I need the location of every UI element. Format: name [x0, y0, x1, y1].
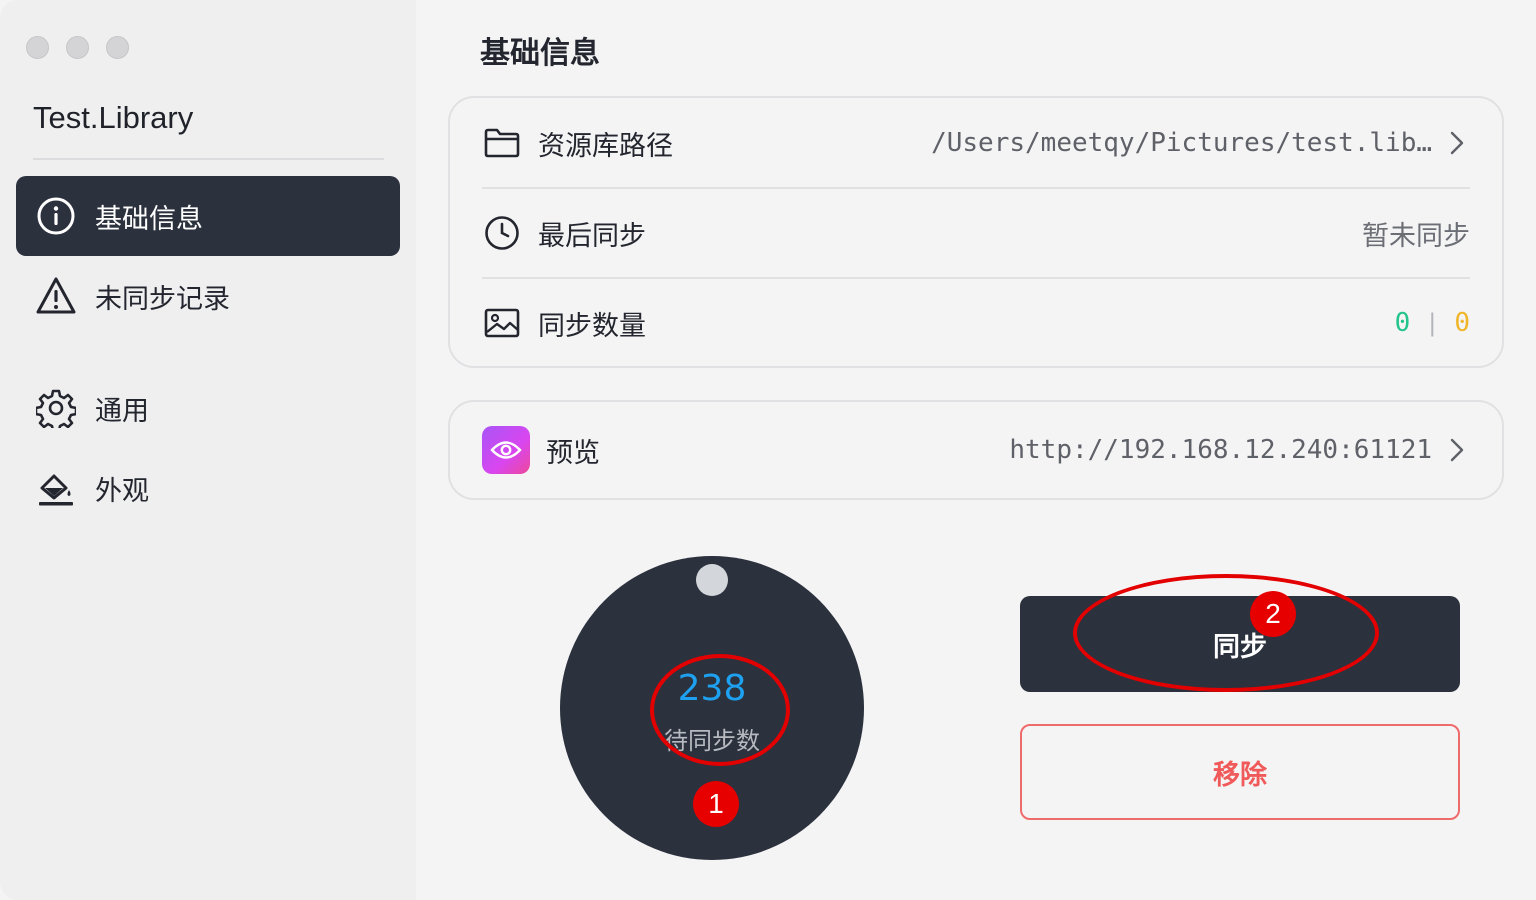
paint-bucket-icon: [35, 467, 77, 509]
image-icon: [482, 303, 522, 343]
warning-icon: [35, 275, 77, 317]
preview-row[interactable]: 预览 http://192.168.12.240:61121: [482, 405, 1470, 495]
page-title: 基础信息: [480, 36, 600, 71]
chevron-right-icon: [1450, 436, 1470, 464]
close-window-button[interactable]: [26, 36, 49, 59]
sidebar-item-general[interactable]: 通用: [16, 368, 400, 448]
last-sync-label: 最后同步: [538, 220, 646, 252]
library-path-label: 资源库路径: [538, 130, 673, 162]
preview-url[interactable]: http://192.168.12.240:61121: [1009, 435, 1432, 465]
sidebar-divider: [33, 158, 384, 160]
other-count: 0: [1454, 308, 1470, 338]
library-path-row[interactable]: 资源库路径 /Users/meetqy/Pictures/test.lib…: [482, 98, 1470, 188]
last-sync-row: 最后同步 暂未同步: [482, 188, 1470, 278]
zoom-window-button[interactable]: [106, 36, 129, 59]
sidebar-item-label: 基础信息: [95, 203, 203, 235]
library-path-value: /Users/meetqy/Pictures/test.lib…: [931, 128, 1432, 158]
sidebar-item-unsynced-records[interactable]: 未同步记录: [16, 256, 400, 336]
clock-icon: [482, 213, 522, 253]
sidebar-item-label: 通用: [95, 395, 149, 427]
sidebar-item-appearance[interactable]: 外观: [16, 448, 400, 528]
annotation-badge-1: 1: [693, 781, 739, 827]
chevron-right-icon: [1450, 129, 1470, 157]
sync-button[interactable]: 同步: [1020, 596, 1460, 692]
folder-icon: [482, 123, 522, 163]
remove-button[interactable]: 移除: [1020, 724, 1460, 820]
sidebar-item-label: 未同步记录: [95, 283, 230, 315]
preview-label: 预览: [546, 437, 600, 469]
app-window: Test.Library 基础信息 未同步记录 通用 外观 基础信息 资源库路径…: [0, 0, 1536, 900]
minimize-window-button[interactable]: [66, 36, 89, 59]
eye-icon: [482, 426, 530, 474]
gear-icon: [35, 387, 77, 429]
count-separator: |: [1428, 309, 1437, 337]
main-panel: 基础信息 资源库路径 /Users/meetqy/Pictures/test.l…: [416, 0, 1536, 900]
sidebar-item-basic-info[interactable]: 基础信息: [16, 176, 400, 256]
sidebar: Test.Library 基础信息 未同步记录 通用 外观: [0, 0, 416, 900]
last-sync-value: 暂未同步: [1362, 220, 1470, 252]
sidebar-item-label: 外观: [95, 475, 149, 507]
pending-label: 待同步数: [664, 727, 760, 755]
synced-count: 0: [1394, 308, 1411, 338]
dial-knob: [696, 564, 728, 596]
pending-count: 238: [677, 668, 747, 709]
preview-card: 预览 http://192.168.12.240:61121: [448, 400, 1504, 500]
window-controls: [26, 36, 129, 59]
annotation-badge-2: 2: [1250, 591, 1296, 637]
library-name: Test.Library: [33, 100, 194, 135]
info-card: 资源库路径 /Users/meetqy/Pictures/test.lib… 最…: [448, 96, 1504, 368]
sync-count-row: 同步数量 0 | 0: [482, 278, 1470, 368]
info-icon: [35, 195, 77, 237]
sync-count-label: 同步数量: [538, 310, 646, 342]
